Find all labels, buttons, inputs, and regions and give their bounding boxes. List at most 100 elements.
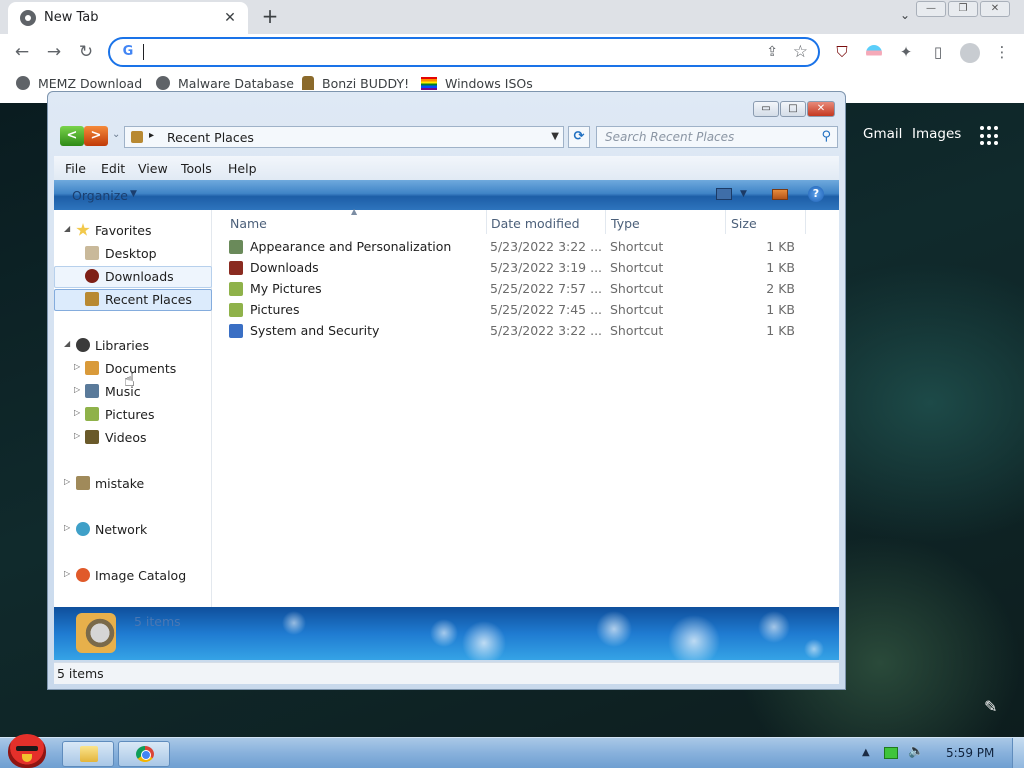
preview-pane-icon[interactable]: [772, 189, 788, 200]
share-icon[interactable]: ⇪: [766, 44, 778, 60]
explorer-menubar: File Edit View Tools Help: [54, 156, 839, 180]
menu-view[interactable]: View: [138, 161, 168, 176]
expanded-icon[interactable]: ◢: [64, 224, 70, 233]
column-divider[interactable]: [805, 210, 806, 234]
file-row[interactable]: Downloads 5/23/2022 3:19 ... Shortcut 1 …: [229, 258, 819, 279]
column-header-size[interactable]: Size: [731, 216, 757, 231]
address-bar[interactable]: ▸ Recent Places ▼: [124, 126, 564, 148]
nav-downloads[interactable]: Downloads: [54, 266, 212, 288]
change-view-icon[interactable]: [716, 188, 732, 200]
omnibox[interactable]: G ⇪ ☆: [108, 37, 820, 67]
folder-icon: [80, 746, 98, 762]
explorer-window: ▭ □ ✕ < > ⌄ ▸ Recent Places ▼ ⟳ ⚲ File E…: [47, 91, 846, 690]
nav-image-catalog[interactable]: ▷ Image Catalog: [54, 565, 212, 587]
collapsed-icon[interactable]: ▷: [64, 523, 70, 532]
collapsed-icon[interactable]: ▷: [74, 431, 80, 440]
nav-pictures[interactable]: ▷ Pictures: [54, 404, 212, 426]
side-panel-icon[interactable]: ▯: [926, 40, 950, 64]
tab-new-tab[interactable]: New Tab ✕: [8, 2, 248, 34]
collapsed-icon[interactable]: ▷: [64, 477, 70, 486]
chevron-down-icon[interactable]: ▼: [130, 189, 137, 199]
taskbar-explorer-button[interactable]: [62, 741, 114, 767]
reload-button[interactable]: ↻: [74, 40, 98, 64]
forward-button[interactable]: →: [42, 40, 66, 64]
show-hidden-icons-button[interactable]: ▲: [862, 747, 870, 758]
nav-label: Favorites: [95, 223, 152, 238]
battery-icon[interactable]: [884, 747, 898, 759]
browser-menu-button[interactable]: ⋮: [990, 40, 1014, 64]
avatar-icon: [960, 42, 980, 63]
address-row: < > ⌄ ▸ Recent Places ▼ ⟳ ⚲: [56, 123, 838, 149]
taskbar-clock[interactable]: 5:59 PM: [946, 746, 994, 760]
close-window-button[interactable]: ✕: [980, 1, 1010, 17]
collapsed-icon[interactable]: ▷: [64, 569, 70, 578]
explorer-search-box[interactable]: ⚲: [596, 126, 838, 148]
ublock-icon[interactable]: ⛉: [830, 40, 854, 64]
new-tab-button[interactable]: +: [258, 4, 282, 28]
collapsed-icon[interactable]: ▷: [74, 362, 80, 371]
google-apps-icon[interactable]: [980, 126, 1000, 146]
address-dropdown-icon[interactable]: ▼: [551, 131, 559, 142]
expanded-icon[interactable]: ◢: [64, 339, 70, 348]
organize-button[interactable]: Organize: [72, 188, 128, 203]
profile-avatar[interactable]: [958, 40, 982, 64]
chevron-down-icon[interactable]: ▼: [740, 189, 747, 199]
explorer-back-button[interactable]: <: [60, 126, 84, 146]
bookmark-star-icon[interactable]: ☆: [793, 42, 808, 62]
explorer-close-button[interactable]: ✕: [807, 101, 835, 117]
column-header-name[interactable]: Name: [230, 216, 267, 231]
extensions-puzzle-icon[interactable]: ✦: [894, 40, 918, 64]
nav-mistake[interactable]: ▷ mistake: [54, 473, 212, 495]
minimize-button[interactable]: —: [916, 1, 946, 17]
file-row[interactable]: My Pictures 5/25/2022 7:57 ... Shortcut …: [229, 279, 819, 300]
file-row[interactable]: Pictures 5/25/2022 7:45 ... Shortcut 1 K…: [229, 300, 819, 321]
back-button[interactable]: ←: [10, 40, 34, 64]
nav-network[interactable]: ▷ Network: [54, 519, 212, 541]
menu-tools[interactable]: Tools: [181, 161, 212, 176]
extension-flag-icon[interactable]: [862, 40, 886, 64]
file-row[interactable]: Appearance and Personalization 5/23/2022…: [229, 237, 819, 258]
nav-libraries[interactable]: ◢ Libraries: [54, 335, 212, 357]
nav-label: Music: [105, 384, 141, 399]
close-icon[interactable]: ✕: [220, 8, 240, 28]
file-row[interactable]: System and Security 5/23/2022 3:22 ... S…: [229, 321, 819, 342]
column-header-type[interactable]: Type: [611, 216, 640, 231]
customize-pencil-icon[interactable]: ✎: [984, 697, 997, 716]
explorer-maximize-button[interactable]: □: [780, 101, 806, 117]
recent-pages-button[interactable]: ⌄: [112, 129, 120, 140]
collapsed-icon[interactable]: ▷: [74, 408, 80, 417]
search-icon[interactable]: ⚲: [821, 129, 831, 144]
restore-button[interactable]: ❐: [948, 1, 978, 17]
menu-file[interactable]: File: [65, 161, 86, 176]
column-divider[interactable]: [605, 210, 606, 234]
start-button[interactable]: [4, 732, 48, 768]
volume-icon[interactable]: 🔈: [908, 744, 924, 759]
show-desktop-button[interactable]: [1012, 738, 1024, 768]
refresh-button[interactable]: ⟳: [568, 126, 590, 148]
omnibox-input[interactable]: [142, 43, 722, 61]
menu-edit[interactable]: Edit: [101, 161, 125, 176]
collapsed-icon[interactable]: ▷: [74, 385, 80, 394]
nav-label: Recent Places: [105, 292, 192, 307]
column-divider[interactable]: [725, 210, 726, 234]
menu-help[interactable]: Help: [228, 161, 257, 176]
address-location[interactable]: Recent Places: [167, 130, 254, 145]
explorer-search-input[interactable]: [605, 130, 805, 144]
explorer-window-controls: ▭ □ ✕: [753, 101, 835, 117]
breadcrumb-separator-icon[interactable]: ▸: [149, 130, 154, 141]
explorer-minimize-button[interactable]: ▭: [753, 101, 779, 117]
image-catalog-icon: [76, 568, 90, 582]
images-link[interactable]: Images: [912, 126, 961, 142]
nav-recent-places[interactable]: Recent Places: [54, 289, 212, 311]
nav-desktop[interactable]: Desktop: [54, 243, 212, 265]
gmail-link[interactable]: Gmail: [863, 126, 902, 142]
taskbar-chrome-button[interactable]: [118, 741, 170, 767]
tab-search-button[interactable]: ⌄: [896, 8, 914, 26]
column-header-date[interactable]: Date modified: [491, 216, 580, 231]
nav-videos[interactable]: ▷ Videos: [54, 427, 212, 449]
nav-favorites[interactable]: ◢ Favorites: [54, 220, 212, 242]
downloads-icon: [85, 269, 99, 283]
help-icon[interactable]: ?: [808, 186, 824, 202]
column-divider[interactable]: [486, 210, 487, 234]
explorer-forward-button[interactable]: >: [84, 126, 108, 146]
